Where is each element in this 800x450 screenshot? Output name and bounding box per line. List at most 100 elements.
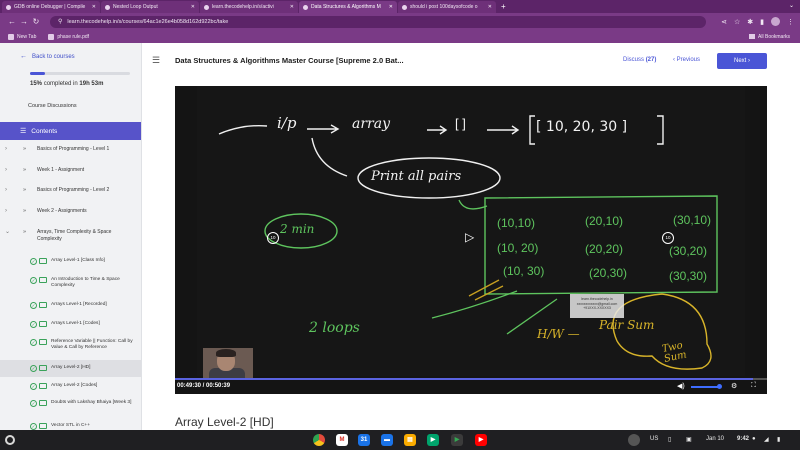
board-pair-sum: Pair Sum (599, 318, 655, 332)
browser-tab[interactable]: learn.thecodehelp.in/s/activi ✕ (200, 1, 298, 13)
messages-icon[interactable]: ▬ (381, 434, 393, 446)
menu-toggle-icon[interactable]: ☰ (152, 55, 160, 66)
play-store-icon[interactable]: ▶ (451, 434, 463, 446)
module-label: Basics of Programming - Level 1 (37, 146, 110, 152)
discuss-link[interactable]: Discuss (27) (623, 57, 656, 63)
chrome-icon[interactable] (313, 434, 325, 446)
lesson-item[interactable]: ✓ Arrays Level-1 [Recorded] (0, 297, 141, 314)
lesson-item[interactable]: ✓ Reference Variable || Function: Call by… (0, 334, 141, 360)
notification-icon[interactable]: ● (752, 436, 756, 442)
volume-knob[interactable] (717, 384, 722, 389)
contents-tab[interactable]: ☰ Contents (0, 122, 141, 140)
meet-icon[interactable]: ▶ (427, 434, 439, 446)
tab-close-icon[interactable]: ✕ (290, 4, 294, 10)
tab-close-icon[interactable]: ✕ (191, 4, 195, 10)
next-button[interactable]: Next › (717, 53, 767, 69)
calendar-icon[interactable]: 31 (358, 434, 370, 446)
double-arrow-icon: » (23, 229, 27, 235)
lesson-item[interactable]: ✓ An Introduction to Time & Space Complex… (0, 272, 141, 297)
user-avatar[interactable] (628, 434, 640, 446)
board-min: 2 min (280, 222, 315, 236)
tab-search-chevron-icon[interactable]: ⌄ (789, 2, 794, 9)
module-label: Week 1 - Assignment (37, 167, 85, 173)
back-label: Back to courses (32, 53, 75, 60)
time-label[interactable]: 9:42 (737, 436, 749, 442)
screen-capture-icon[interactable]: ▣ (686, 436, 692, 443)
module-item[interactable]: › » Week 1 - Assignment (0, 161, 141, 181)
lesson-item[interactable]: ✓ Array Level-1 [Class Info] (0, 252, 141, 272)
fullscreen-icon[interactable]: ⛶ (751, 382, 756, 390)
module-item[interactable]: › » Basics of Programming - Level 1 (0, 140, 141, 161)
browser-tab[interactable]: should i post 100daysofcode o ✕ (398, 1, 496, 13)
browser-tab[interactable]: Nested Loop Output ✕ (101, 1, 199, 13)
youtube-icon[interactable]: ▶ (475, 434, 487, 446)
lesson-item[interactable]: ✓ Array Level-2 [Codes] (0, 377, 141, 394)
all-bookmarks[interactable]: All Bookmarks (749, 34, 790, 40)
lesson-label: Vector STL in C++ (51, 423, 91, 428)
clipboard-icon[interactable]: ▯ (668, 436, 671, 443)
bookmark-star-icon[interactable]: ☆ (734, 18, 740, 26)
module-item[interactable]: › » Week 2 - Assignments (0, 202, 141, 223)
back-to-courses-link[interactable]: ← Back to courses (20, 53, 75, 60)
bookmark-new-tab[interactable]: New Tab (8, 33, 36, 40)
check-circle-icon: ✓ (30, 383, 37, 390)
browser-tab[interactable]: GDB online Debugger | Compile ✕ (2, 1, 100, 13)
docs-icon[interactable]: ▤ (404, 434, 416, 446)
tab-close-icon[interactable]: ✕ (389, 4, 393, 10)
share-icon[interactable]: ⋖ (721, 18, 727, 26)
reload-icon[interactable]: ↻ (30, 17, 42, 26)
tab-close-icon[interactable]: ✕ (488, 4, 492, 10)
back-arrow-icon[interactable]: ← (6, 17, 18, 26)
video-seek-bar[interactable] (175, 378, 767, 380)
tab-close-icon[interactable]: ✕ (92, 4, 96, 10)
check-circle-icon: ✓ (30, 423, 37, 430)
new-tab-icon[interactable]: + (501, 2, 506, 11)
lesson-item[interactable]: ✓ Arrays Level-1 [Codes] (0, 314, 141, 334)
lecture-title: Array Level-2 [HD] (175, 415, 274, 429)
rewind-10-icon[interactable]: 10 (267, 232, 279, 244)
board-ip: i/p (277, 114, 297, 132)
settings-gear-icon[interactable]: ⚙ (731, 382, 737, 390)
previous-button[interactable]: ‹ Previous (673, 57, 700, 63)
chevron-down-icon: ⌄ (5, 229, 11, 235)
tab-favicon-icon (6, 4, 11, 10)
lesson-item-active[interactable]: ✓ Array Level-2 [HD] (0, 360, 141, 377)
tab-favicon-icon (303, 4, 308, 10)
module-item-expanded[interactable]: ⌄ » Arrays, Time Complexity & Space Comple… (0, 223, 141, 252)
forward-arrow-icon[interactable]: → (18, 17, 30, 26)
forward-10-icon[interactable]: 10 (662, 232, 674, 244)
volume-icon[interactable]: ◀) (677, 382, 685, 390)
wifi-icon[interactable]: ◢ (764, 436, 769, 443)
video-icon (39, 258, 47, 264)
lesson-item[interactable]: ✓ Doubts with Lakshay Bhaiya [Week 3] (0, 394, 141, 419)
site-info-icon[interactable]: ⚲ (58, 18, 62, 25)
board-pair: (10, 20) (497, 241, 539, 255)
module-item[interactable]: › » Basics of Programming - Level 2 (0, 181, 141, 202)
url-field[interactable]: ⚲ learn.thecodehelp.in/s/courses/64ac1e2… (50, 15, 707, 28)
video-icon (39, 365, 47, 371)
browser-tab-active[interactable]: Data Structures & Algorithms M ✕ (299, 1, 397, 13)
launcher-icon[interactable] (5, 435, 15, 445)
lesson-label: Arrays Level-1 [Recorded] (51, 302, 107, 307)
bookmark-phase-rule[interactable]: phase rule.pdf (48, 33, 89, 40)
video-player[interactable]: i/p array [ ] [ 10, 20, 30 ] Print all p… (175, 86, 767, 394)
date-label[interactable]: Jan 10 (706, 436, 724, 442)
lesson-item[interactable]: ✓ Vector STL in C++ (0, 419, 141, 430)
play-icon[interactable]: ▷ (465, 230, 474, 244)
document-icon (39, 321, 47, 327)
extensions-icon[interactable]: ✱ (747, 18, 753, 26)
contents-label: Contents (31, 127, 58, 135)
board-pair: (20,20) (585, 242, 624, 256)
gmail-icon[interactable]: M (336, 434, 348, 446)
board-pair: (30,30) (669, 269, 708, 283)
check-circle-icon: ✓ (30, 321, 37, 328)
list-icon: ☰ (20, 128, 27, 135)
course-discussions-link[interactable]: Course Discussions (28, 103, 77, 109)
side-panel-icon[interactable]: ▮ (760, 18, 764, 26)
battery-icon[interactable]: ▮ (777, 436, 780, 443)
input-method[interactable]: US (650, 436, 658, 442)
profile-avatar[interactable] (771, 17, 780, 26)
module-list: › » Basics of Programming - Level 1 › » Week… (0, 140, 141, 430)
menu-kebab-icon[interactable]: ⋮ (787, 18, 794, 26)
tab-title: learn.thecodehelp.in/s/activi (212, 4, 274, 10)
